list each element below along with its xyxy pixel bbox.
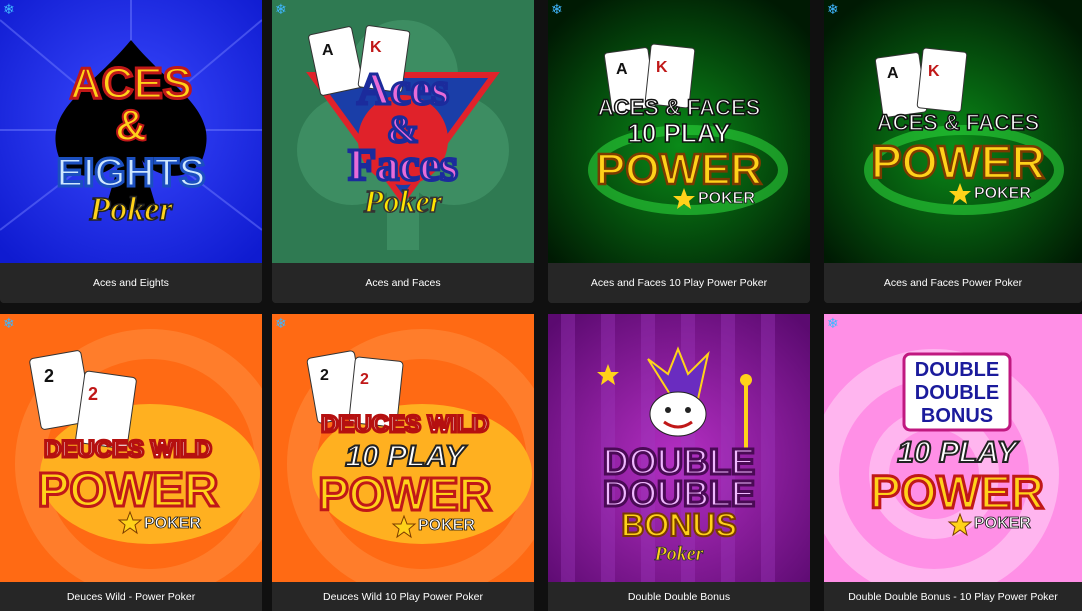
logo-text: Poker: [654, 543, 704, 565]
logo-text: POKER: [974, 185, 1031, 202]
svg-text:2: 2: [88, 384, 98, 404]
game-tile[interactable]: ❄ A K Aces & Faces Poker Aces and Faces: [272, 0, 534, 303]
logo-text: 10 PLAY: [897, 436, 1019, 469]
game-title[interactable]: Aces and Faces Power Poker: [824, 263, 1082, 303]
logo-text: 10 PLAY: [627, 118, 730, 148]
game-title[interactable]: Deuces Wild 10 Play Power Poker: [272, 582, 534, 611]
logo-text: POWER: [596, 145, 762, 194]
game-title[interactable]: Aces and Eights: [0, 263, 262, 303]
logo-text: BONUS: [921, 405, 993, 427]
game-thumbnail[interactable]: ❄ 2 2 DEUCES WILD 10 PLAY POWER POKER: [272, 314, 534, 582]
snowflake-icon: ❄: [275, 316, 287, 332]
game-thumbnail[interactable]: ❄ DOUBLE DOUBLE BONUS 10 PLAY POWER POKE…: [824, 314, 1082, 582]
logo-text: POKER: [144, 515, 201, 532]
game-tile[interactable]: ❄ ACES & EIGHTS Poker Aces and Eights: [0, 0, 262, 303]
logo-text: ACES & FACES: [877, 110, 1040, 135]
game-thumbnail[interactable]: ❄ A K ACES & FACES 10 PLAY POWER POKER: [548, 0, 810, 264]
snowflake-icon: ❄: [275, 2, 287, 18]
snowflake-icon: ❄: [551, 2, 563, 18]
logo-text: BONUS: [621, 507, 737, 543]
game-tile[interactable]: ❄ A K ACES & FACES 10 PLAY POWER POKER A…: [548, 0, 810, 303]
game-title[interactable]: Double Double Bonus - 10 Play Power Poke…: [824, 582, 1082, 611]
game-thumbnail[interactable]: ❄ 2 2 DEUCES WILD POWER POKER: [0, 314, 262, 582]
game-thumbnail[interactable]: ❄ A K ACES & FACES POWER POKER: [824, 0, 1082, 264]
game-tile[interactable]: ❄ A K ACES & FACES POWER POKER Aces and …: [824, 0, 1082, 303]
svg-text:A: A: [887, 65, 899, 82]
snowflake-icon: ❄: [3, 316, 15, 332]
logo-text: POWER: [318, 468, 492, 520]
game-thumbnail[interactable]: ❄ ACES & EIGHTS Poker: [0, 0, 262, 264]
logo-text: Poker: [88, 191, 173, 228]
logo-text: POKER: [698, 190, 755, 207]
game-thumbnail[interactable]: DOUBLE DOUBLE BONUS Poker: [548, 314, 810, 582]
game-tile[interactable]: DOUBLE DOUBLE BONUS Poker Double Double …: [548, 314, 810, 611]
svg-text:K: K: [928, 63, 940, 80]
game-title[interactable]: Aces and Faces: [272, 263, 534, 303]
logo-text: POWER: [870, 466, 1044, 518]
svg-text:2: 2: [44, 366, 54, 386]
game-title[interactable]: Double Double Bonus: [548, 582, 810, 611]
logo-text: POWER: [37, 464, 218, 517]
game-tile[interactable]: ❄ 2 2 DEUCES WILD POWER POKER Deuces Wil…: [0, 314, 262, 611]
logo-text: POKER: [974, 515, 1031, 532]
logo-text: DEUCES WILD: [321, 411, 489, 438]
svg-text:K: K: [370, 39, 382, 56]
game-title[interactable]: Aces and Faces 10 Play Power Poker: [548, 263, 810, 303]
svg-text:2: 2: [320, 367, 329, 384]
svg-text:A: A: [616, 61, 628, 78]
logo-text: Aces: [357, 63, 449, 114]
logo-text: DOUBLE: [915, 382, 999, 404]
logo-text: &: [115, 101, 147, 150]
snowflake-icon: ❄: [827, 2, 839, 18]
snowflake-icon: ❄: [3, 2, 15, 18]
logo-text: POKER: [418, 517, 475, 534]
game-title[interactable]: Deuces Wild - Power Poker: [0, 582, 262, 611]
svg-text:A: A: [322, 42, 334, 59]
svg-text:K: K: [656, 59, 668, 76]
svg-text:2: 2: [360, 371, 369, 388]
game-thumbnail[interactable]: ❄ A K Aces & Faces Poker: [272, 0, 534, 264]
logo-text: DEUCES WILD: [44, 436, 212, 463]
game-tile[interactable]: ❄ 2 2 DEUCES WILD 10 PLAY POWER POKER De…: [272, 314, 534, 611]
logo-text: DOUBLE: [915, 359, 999, 381]
logo-text: Poker: [363, 183, 443, 219]
logo-text: POWER: [871, 136, 1045, 188]
logo-text: ACES & FACES: [598, 95, 761, 120]
logo-text: EIGHTS: [57, 151, 206, 195]
snowflake-icon: ❄: [827, 316, 839, 332]
game-tile[interactable]: ❄ DOUBLE DOUBLE BONUS 10 PLAY POWER POKE…: [824, 314, 1082, 611]
